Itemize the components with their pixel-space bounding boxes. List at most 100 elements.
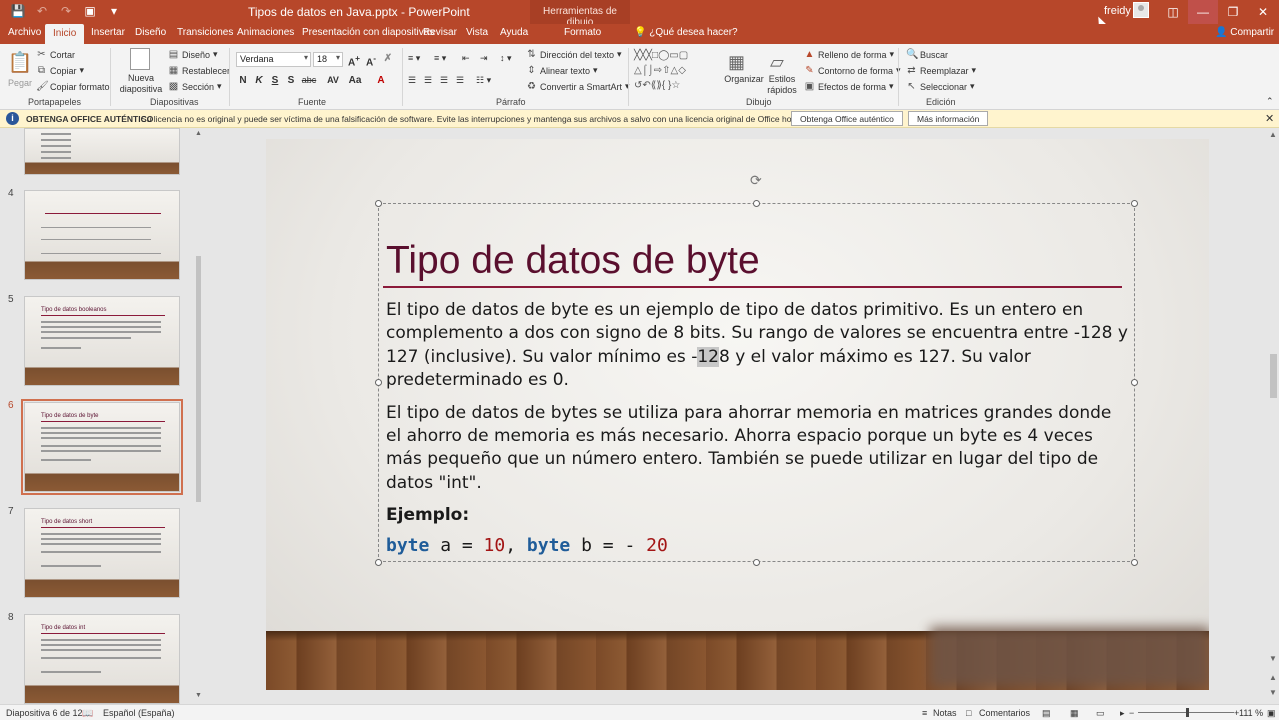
user-name[interactable]: freidy (1104, 5, 1131, 17)
reading-view-icon[interactable]: ▭ (1096, 708, 1105, 719)
justify-icon[interactable]: ☰ (456, 75, 464, 86)
underline-button[interactable]: S (268, 75, 282, 86)
notes-button[interactable]: Notas (933, 708, 957, 718)
customize-toolbar-icon[interactable]: ▾ (106, 3, 122, 19)
shape-icon[interactable]: △⌠⌡⇨⇧△◇ (634, 64, 686, 77)
resize-handle[interactable] (1131, 379, 1138, 386)
line-spacing-icon[interactable]: ↕ ▾ (500, 53, 512, 64)
align-left-icon[interactable]: ☰ (408, 75, 416, 86)
resize-handle[interactable] (753, 559, 760, 566)
resize-handle[interactable] (375, 200, 382, 207)
zoom-slider-knob[interactable] (1186, 708, 1189, 717)
ribbon-display-options-icon[interactable]: ◫ (1158, 0, 1188, 24)
close-button[interactable]: ✕ (1248, 0, 1278, 24)
resize-handle[interactable] (375, 379, 382, 386)
scroll-up-icon[interactable]: ▲ (1269, 130, 1277, 139)
slide-thumbnail-selected[interactable]: Tipo de datos de byte (21, 399, 183, 495)
increase-font-icon[interactable]: A+ (347, 53, 361, 68)
cut-button[interactable]: ✂ Cortar (36, 49, 75, 60)
share-button[interactable]: 👤 Compartir (1215, 27, 1274, 38)
minimize-button[interactable]: — (1188, 0, 1218, 24)
thumbnails-scrollbar[interactable]: ▲ ▼ (193, 128, 203, 704)
current-slide[interactable]: ⟳ Tipo de datos de byte El tipo de datos… (266, 139, 1209, 690)
tab-presentacion[interactable]: Presentación con diapositivas (302, 27, 434, 38)
undo-icon[interactable]: ↶ (34, 3, 50, 19)
next-slide-icon[interactable]: ▼ (1269, 688, 1277, 697)
columns-icon[interactable]: ☷ ▾ (476, 75, 491, 86)
italic-button[interactable]: K (252, 75, 266, 86)
avatar[interactable] (1133, 2, 1149, 18)
scroll-down-icon[interactable]: ▼ (1269, 654, 1277, 663)
tab-insertar[interactable]: Insertar (91, 27, 125, 38)
zoom-level[interactable]: 111 % (1239, 708, 1263, 718)
new-slide-button[interactable] (118, 48, 162, 70)
collapse-ribbon-icon[interactable]: ⌃ (1266, 96, 1274, 107)
spellcheck-icon[interactable]: 📖 (82, 708, 93, 719)
shape-icon[interactable]: ↺↶⟪⟫{ }☆ (634, 79, 680, 92)
comments-icon[interactable]: □ (966, 708, 971, 718)
get-genuine-office-button[interactable]: Obtenga Office auténtico (791, 111, 903, 126)
numbering-icon[interactable]: ≡ ▾ (434, 53, 446, 64)
font-color-icon[interactable]: A (374, 75, 388, 86)
zoom-slider[interactable] (1138, 708, 1234, 717)
slide-thumbnail[interactable] (24, 190, 180, 280)
decrease-font-icon[interactable]: A- (364, 53, 378, 68)
tab-vista[interactable]: Vista (466, 27, 488, 38)
slide-title[interactable]: Tipo de datos de byte (386, 239, 760, 283)
resize-handle[interactable] (1131, 559, 1138, 566)
copy-button[interactable]: ⧉ Copiar ▾ (36, 65, 84, 76)
replace-button[interactable]: ⇄ Reemplazar ▾ (906, 65, 976, 76)
comments-button[interactable]: Comentarios (979, 708, 1030, 718)
restore-button[interactable]: ❐ (1218, 0, 1248, 24)
shadow-button[interactable]: S (284, 75, 298, 86)
align-right-icon[interactable]: ☰ (440, 75, 448, 86)
reset-button[interactable]: ▦ Restablecer (168, 65, 230, 76)
scrollbar-thumb[interactable] (196, 256, 201, 502)
scroll-up-icon[interactable]: ▲ (195, 130, 202, 137)
resize-handle[interactable] (375, 559, 382, 566)
start-presentation-icon[interactable]: ▣ (82, 3, 98, 19)
scroll-down-icon[interactable]: ▼ (195, 692, 202, 699)
tab-inicio[interactable]: Inicio (45, 24, 85, 44)
resize-handle[interactable] (753, 200, 760, 207)
shape-outline-button[interactable]: ✎Contorno de forma ▾ (804, 65, 900, 76)
quick-styles-button[interactable]: ▱ (770, 52, 784, 73)
tab-diseno[interactable]: Diseño (135, 27, 166, 38)
tab-animaciones[interactable]: Animaciones (237, 27, 294, 38)
shape-effects-button[interactable]: ▣ Efectos de forma ▾ (804, 81, 894, 92)
format-painter-button[interactable]: 🖌 Copiar formato (36, 81, 110, 92)
clear-format-icon[interactable]: ✗ (381, 53, 395, 64)
tab-ayuda[interactable]: Ayuda (500, 27, 528, 38)
align-text-button[interactable]: ⇕ Alinear texto ▾ (526, 65, 597, 76)
tab-revisar[interactable]: Revisar (423, 27, 457, 38)
bold-button[interactable]: N (236, 75, 250, 86)
slideshow-icon[interactable]: ▸ (1120, 708, 1125, 719)
tab-archivo[interactable]: Archivo (8, 27, 41, 38)
slide-thumbnail[interactable] (24, 128, 180, 175)
close-icon[interactable]: ✕ (1265, 112, 1274, 125)
strikethrough-button[interactable]: abc (298, 75, 320, 85)
paste-button[interactable]: 📋 Pegar (8, 50, 33, 88)
learn-more-button[interactable]: Más información (908, 111, 989, 126)
section-button[interactable]: ▩ Sección ▾ (168, 81, 222, 92)
arrange-button[interactable]: ▦ (728, 52, 745, 73)
increase-indent-icon[interactable]: ⇥ (480, 53, 488, 64)
select-button[interactable]: ↖ Seleccionar ▾ (906, 81, 974, 92)
bullets-icon[interactable]: ≡ ▾ (408, 53, 420, 64)
scrollbar-thumb[interactable] (1270, 354, 1277, 398)
layout-button[interactable]: ▤ Diseño ▾ (168, 49, 218, 60)
character-spacing-icon[interactable]: AV (326, 75, 340, 85)
slide-thumbnail[interactable]: Tipo de datos booleanos (24, 296, 180, 386)
resize-handle[interactable] (1131, 200, 1138, 207)
language-indicator[interactable]: Español (España) (103, 708, 175, 718)
shapes-gallery[interactable]: ╳╳╳□◯▭▢ △⌠⌡⇨⇧△◇ ↺↶⟪⟫{ }☆ (634, 48, 722, 92)
slide-thumbnail[interactable]: Tipo de datos int (24, 614, 180, 704)
change-case-icon[interactable]: Aa (348, 75, 362, 86)
smartart-button[interactable]: ♻Convertir a SmartArt ▾ (526, 81, 630, 92)
tab-formato[interactable]: Formato (564, 27, 601, 38)
zoom-out-icon[interactable]: − (1129, 708, 1134, 718)
decrease-indent-icon[interactable]: ⇤ (462, 53, 470, 64)
slide-body-text[interactable]: El tipo de datos de byte es un ejemplo d… (386, 299, 1128, 557)
editor-scrollbar[interactable]: ▲ ▼ ▲ ▼ (1268, 128, 1279, 704)
tab-transiciones[interactable]: Transiciones (177, 27, 233, 38)
